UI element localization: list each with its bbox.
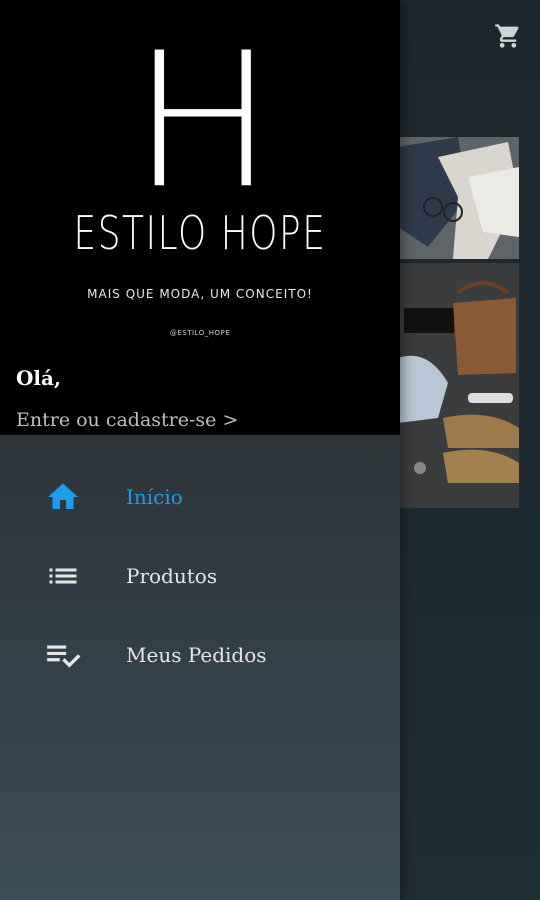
menu-item-produtos[interactable]: Produtos — [0, 536, 400, 615]
svg-text:H: H — [148, 48, 258, 192]
home-icon — [44, 478, 82, 516]
brand-name: ESTILO HOPE — [73, 206, 327, 260]
menu-item-meus-pedidos[interactable]: Meus Pedidos — [0, 615, 400, 694]
menu-item-inicio[interactable]: Início — [0, 457, 400, 536]
brand-handle: @ESTILO_HOPE — [169, 329, 231, 337]
menu-item-label: Início — [126, 484, 183, 509]
product-image-clothes[interactable] — [398, 137, 519, 259]
brand-logo-h: H — [148, 48, 258, 192]
cart-button[interactable] — [492, 22, 524, 54]
drawer-menu: Início Produtos Meus Pedidos — [0, 457, 400, 694]
navigation-drawer: H ESTILO HOPE MAIS QUE MODA, UM CONCEITO… — [0, 0, 400, 900]
menu-item-label: Produtos — [126, 563, 218, 588]
playlist-check-icon — [44, 636, 82, 674]
product-image-accessories[interactable] — [398, 263, 519, 508]
login-link[interactable]: Entre ou cadastre-se > — [16, 409, 238, 431]
cart-icon — [494, 22, 522, 54]
list-icon — [44, 557, 82, 595]
brand-tagline: MAIS QUE MODA, UM CONCEITO! — [87, 287, 313, 301]
menu-item-label: Meus Pedidos — [126, 642, 267, 667]
drawer-header: H ESTILO HOPE MAIS QUE MODA, UM CONCEITO… — [0, 0, 400, 435]
greeting-text: Olá, — [16, 366, 61, 390]
